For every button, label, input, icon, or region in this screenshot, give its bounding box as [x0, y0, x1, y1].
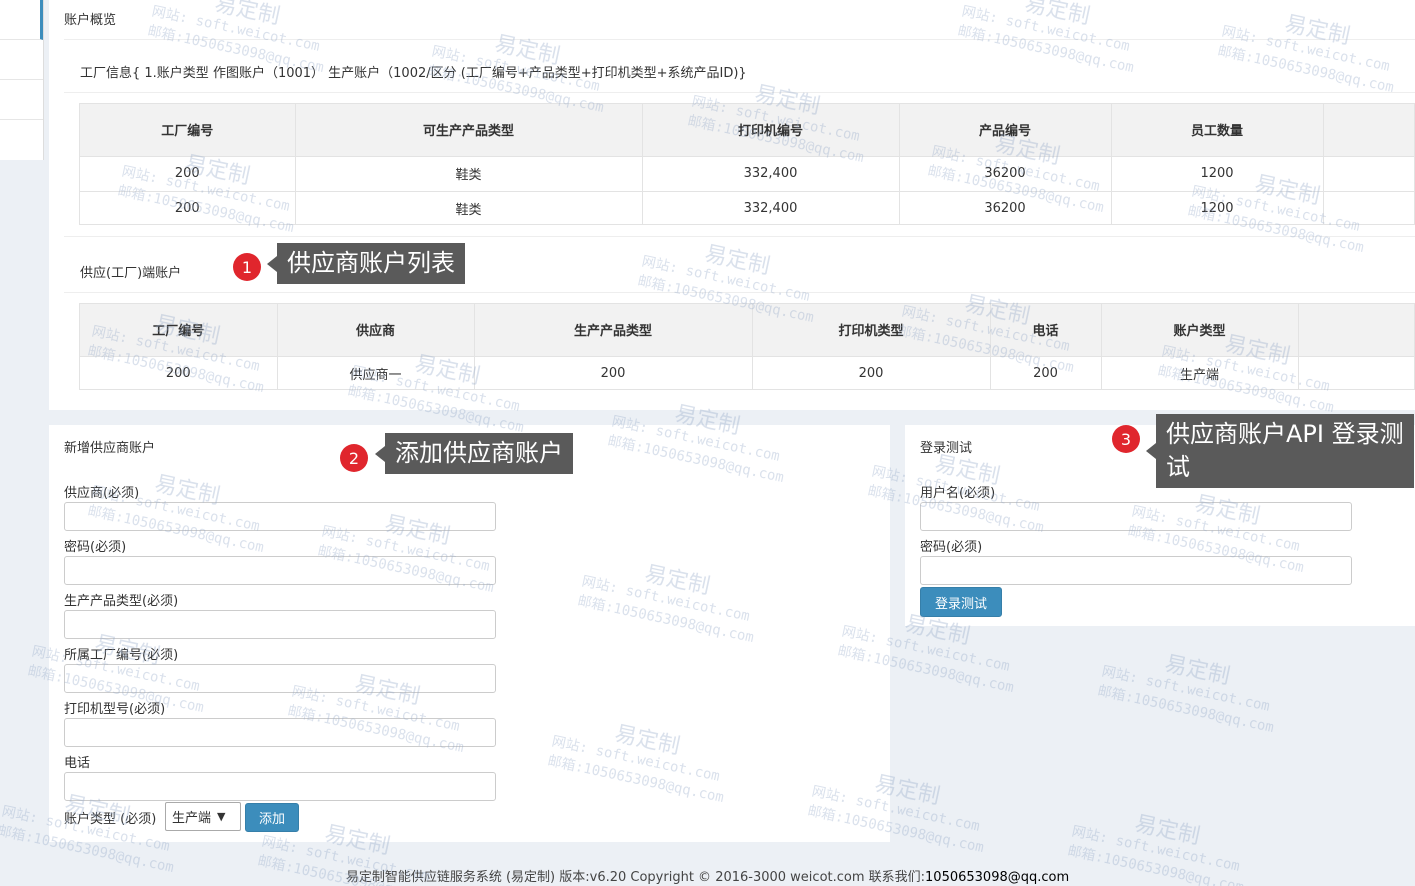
- add-supplier-panel: 新增供应商账户 供应商(必须) 密码(必须) 生产产品类型(必须) 所属工厂编号…: [49, 425, 890, 842]
- table-row: 200 供应商一 200 200 200 生产端: [80, 356, 1414, 389]
- callout-add-supplier: 添加供应商账户: [375, 433, 573, 474]
- column-header: 电话: [990, 304, 1102, 357]
- table-cell: 332,400: [642, 191, 900, 224]
- footer-text: 易定制智能供应链服务系统 (易定制) 版本:v6.20 Copyright © …: [345, 870, 926, 885]
- column-header: 可生产产品类型: [295, 104, 643, 157]
- table-cell: 200: [474, 356, 753, 389]
- callout-login-test: 供应商账户API 登录测试: [1146, 414, 1414, 488]
- table-cell: 200: [80, 356, 278, 389]
- password-input[interactable]: [64, 556, 496, 585]
- page-title: 账户概览: [64, 13, 117, 28]
- column-header: 员工数量: [1111, 104, 1324, 157]
- table-header-row: 工厂编号 可生产产品类型 打印机编号 产品编号 员工数量: [80, 104, 1414, 157]
- account-type-select[interactable]: 生产端 ▼: [165, 802, 241, 831]
- login-password-input[interactable]: [920, 556, 1352, 585]
- divider: [64, 39, 1415, 40]
- table-cell: 鞋类: [295, 191, 643, 224]
- table-cell: [1323, 156, 1414, 192]
- table-cell: 生产端: [1101, 356, 1299, 389]
- factory-table: 工厂编号 可生产产品类型 打印机编号 产品编号 员工数量 200 鞋类 332,…: [79, 103, 1415, 225]
- sidebar-item[interactable]: [0, 40, 43, 80]
- table-cell: 36200: [899, 191, 1112, 224]
- sidebar-item[interactable]: [0, 80, 43, 120]
- supplier-input[interactable]: [64, 502, 496, 531]
- phone-label: 电话: [64, 756, 91, 771]
- footer: 易定制智能供应链服务系统 (易定制) 版本:v6.20 Copyright © …: [0, 866, 1415, 885]
- account-type-value: 生产端: [172, 811, 212, 826]
- printer-model-input[interactable]: [64, 718, 496, 747]
- divider: [64, 92, 1415, 93]
- column-header: 账户类型: [1101, 304, 1299, 357]
- column-header: 生产产品类型: [474, 304, 753, 357]
- table-header-row: 工厂编号 供应商 生产产品类型 打印机类型 电话 账户类型: [80, 304, 1414, 357]
- printer-model-label: 打印机型号(必须): [64, 702, 166, 717]
- table-cell: 200: [990, 356, 1102, 389]
- supplier-table: 工厂编号 供应商 生产产品类型 打印机类型 电话 账户类型 200 供应商一 2…: [79, 303, 1415, 390]
- supplier-section-title: 供应(工厂)端账户: [80, 266, 182, 281]
- column-header-empty: [1298, 304, 1414, 357]
- table-cell: 332,400: [642, 156, 900, 192]
- callout-number-badge: 3: [1112, 425, 1140, 453]
- sidebar: [0, 0, 44, 160]
- phone-input[interactable]: [64, 772, 496, 801]
- product-type-input[interactable]: [64, 610, 496, 639]
- add-button[interactable]: 添加: [245, 803, 299, 832]
- divider: [64, 292, 1415, 293]
- table-cell: 供应商一: [277, 356, 475, 389]
- login-test-button[interactable]: 登录测试: [920, 587, 1002, 617]
- callout-number-badge: 2: [340, 444, 368, 472]
- password-label: 密码(必须): [64, 540, 127, 555]
- factory-number-label: 所属工厂编号(必须): [64, 648, 179, 663]
- product-type-label: 生产产品类型(必须): [64, 594, 179, 609]
- table-cell: 200: [752, 356, 991, 389]
- table-cell: 200: [80, 156, 296, 192]
- table-cell: [1323, 191, 1414, 224]
- column-header: 打印机类型: [752, 304, 991, 357]
- watermark: 易定制 网站: soft.weicot.com 邮箱:1050653098@qq.c…: [1096, 651, 1276, 737]
- table-cell: 200: [80, 191, 296, 224]
- divider: [64, 236, 1415, 237]
- column-header: 供应商: [277, 304, 475, 357]
- account-overview-panel: 账户概览 工厂信息{ 1.账户类型 作图账户（1001） 生产账户（1002/区…: [49, 0, 1415, 410]
- table-row: 200 鞋类 332,400 36200 1200: [80, 156, 1414, 192]
- add-supplier-title: 新增供应商账户: [64, 441, 156, 456]
- chevron-down-icon: ▼: [217, 810, 226, 823]
- supplier-label: 供应商(必须): [64, 486, 140, 501]
- login-password-label: 密码(必须): [920, 540, 983, 555]
- factory-number-input[interactable]: [64, 664, 496, 693]
- table-row: 200 鞋类 332,400 36200 1200: [80, 191, 1414, 224]
- column-header: 产品编号: [899, 104, 1112, 157]
- column-header-empty: [1323, 104, 1414, 157]
- column-header: 工厂编号: [80, 304, 278, 357]
- username-input[interactable]: [920, 502, 1352, 531]
- sidebar-item-active[interactable]: [0, 0, 43, 40]
- factory-info-text: 工厂信息{ 1.账户类型 作图账户（1001） 生产账户（1002/区分 (工厂…: [80, 66, 747, 81]
- table-cell: 鞋类: [295, 156, 643, 192]
- table-cell: 1200: [1111, 156, 1324, 192]
- table-cell: 1200: [1111, 191, 1324, 224]
- column-header: 工厂编号: [80, 104, 296, 157]
- account-type-label: 账户类型 (必须): [64, 812, 157, 827]
- footer-email[interactable]: 1050653098@qq.com: [925, 870, 1069, 885]
- callout-supplier-list: 供应商账户列表: [267, 243, 465, 284]
- username-label: 用户名(必须): [920, 486, 996, 501]
- login-test-title: 登录测试: [920, 441, 973, 456]
- column-header: 打印机编号: [642, 104, 900, 157]
- table-cell: [1298, 356, 1414, 389]
- callout-number-badge: 1: [233, 253, 261, 281]
- table-cell: 36200: [899, 156, 1112, 192]
